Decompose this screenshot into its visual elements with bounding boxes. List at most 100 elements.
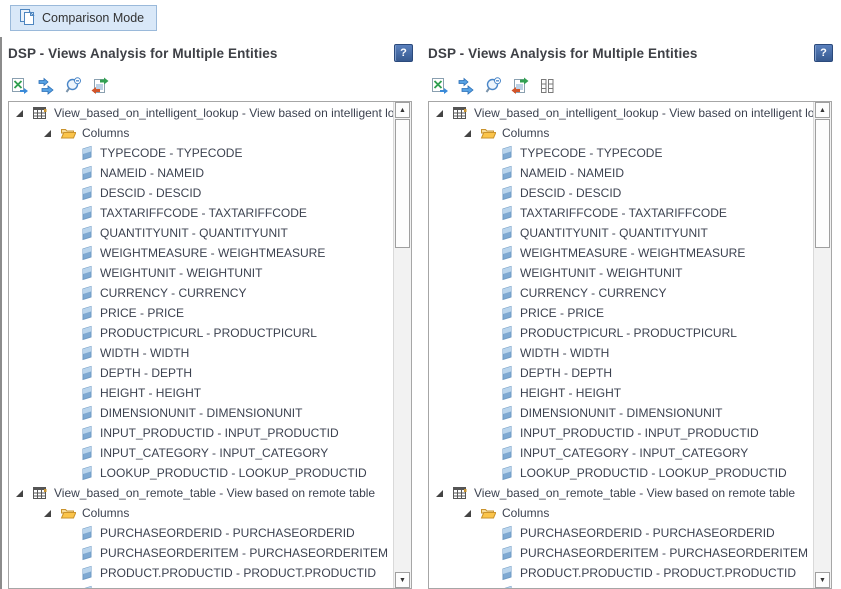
expanded-triangle-icon[interactable]: [436, 110, 443, 117]
comparison-mode-button[interactable]: Comparison Mode: [10, 5, 157, 31]
import-export-button[interactable]: [510, 78, 530, 97]
scroll-down-button[interactable]: ▼: [815, 572, 830, 588]
tree-node-column[interactable]: PRODUCTPICURL - PRODUCTPICURL: [9, 323, 393, 343]
tree-node-column[interactable]: DIMENSIONUNIT - DIMENSIONUNIT: [9, 403, 393, 423]
vertical-scrollbar[interactable]: ▲ ▼: [393, 102, 411, 588]
tree-node-view[interactable]: View_based_on_remote_table - View based …: [429, 483, 813, 503]
tree-node-label: DEPTH - DEPTH: [100, 366, 192, 380]
tree-node-column[interactable]: WEIGHTUNIT - WEIGHTUNIT: [9, 263, 393, 283]
tree-node-label: DIMENSIONUNIT - DIMENSIONUNIT: [100, 406, 302, 420]
expanded-triangle-icon[interactable]: [44, 510, 51, 517]
scroll-down-button[interactable]: ▼: [395, 572, 410, 588]
tree-node-column[interactable]: TAXTARIFFCODE - TAXTARIFFCODE: [9, 203, 393, 223]
tree-node-column[interactable]: WEIGHTMEASURE - WEIGHTMEASURE: [429, 243, 813, 263]
tree-node-column[interactable]: PURCHASEORDERITEM - PURCHASEORDERITEM: [429, 543, 813, 563]
tree-node-folder[interactable]: Columns: [429, 123, 813, 143]
tree-node-label: DIMENSIONUNIT - DIMENSIONUNIT: [520, 406, 722, 420]
expanded-triangle-icon[interactable]: [16, 490, 23, 497]
tree-node-column[interactable]: WEIGHTUNIT - WEIGHTUNIT: [429, 263, 813, 283]
tree-node-column[interactable]: DIMENSIONUNIT - DIMENSIONUNIT: [429, 403, 813, 423]
tree-node-column[interactable]: TYPECODE - TYPECODE: [9, 143, 393, 163]
tree-node-label: DEPTH - DEPTH: [520, 366, 612, 380]
pair-columns-button[interactable]: [537, 78, 557, 97]
view-icon: [452, 105, 468, 121]
tree-node-column[interactable]: PURCHASEORDERID - PURCHASEORDERID: [429, 523, 813, 543]
expand-all-button[interactable]: [456, 78, 476, 97]
tree-node-column[interactable]: CURRENCY - CURRENCY: [9, 283, 393, 303]
tree-node-column[interactable]: PURCHASEORDERITEM - PURCHASEORDERITEM: [9, 543, 393, 563]
tree-node-column[interactable]: NAMEID - NAMEID: [429, 163, 813, 183]
tree-node-folder[interactable]: Columns: [9, 503, 393, 523]
tree-node-view[interactable]: View_based_on_intelligent_lookup - View …: [9, 103, 393, 123]
tree-node-column[interactable]: CURRENCY - CURRENCY: [429, 283, 813, 303]
tree-node-view[interactable]: View_based_on_intelligent_lookup - View …: [429, 103, 813, 123]
tree-node-column[interactable]: TYPECODE - TYPECODE: [429, 143, 813, 163]
export-to-excel-button[interactable]: [429, 78, 449, 97]
help-button[interactable]: ?: [814, 44, 833, 62]
tree-node-column[interactable]: TAXTARIFFCODE - TAXTARIFFCODE: [429, 203, 813, 223]
tree-node-label: HEIGHT - HEIGHT: [520, 386, 621, 400]
tree-node-column[interactable]: LOOKUP_PRODUCTID - LOOKUP_PRODUCTID: [429, 463, 813, 483]
scrollbar-thumb[interactable]: [815, 119, 830, 248]
scrollbar-thumb[interactable]: [395, 119, 410, 248]
tree-node-column[interactable]: DESCID - DESCID: [9, 183, 393, 203]
expand-all-icon: [37, 77, 55, 98]
tree-node-column[interactable]: PURCHASEORDERID - PURCHASEORDERID: [9, 523, 393, 543]
export-to-excel-icon: [430, 77, 449, 98]
scroll-up-button[interactable]: ▲: [815, 102, 830, 118]
vertical-scrollbar[interactable]: ▲ ▼: [813, 102, 831, 588]
expanded-triangle-icon[interactable]: [16, 110, 23, 117]
column-icon: [80, 205, 94, 221]
column-icon: [500, 445, 514, 461]
view-icon: [32, 105, 48, 121]
tree-node-folder[interactable]: Columns: [9, 123, 393, 143]
column-icon: [500, 185, 514, 201]
tree-node-label: INPUT_PRODUCTID - INPUT_PRODUCTID: [520, 426, 759, 440]
tree-node-column[interactable]: PRICE - PRICE: [429, 303, 813, 323]
import-export-button[interactable]: [90, 78, 110, 97]
tree-node-label: PRODUCT.PRODUCTID - PRODUCT.PRODUCTID: [100, 566, 376, 580]
tree-node-column[interactable]: HEIGHT - HEIGHT: [429, 383, 813, 403]
tree-node-column[interactable]: DEPTH - DEPTH: [429, 363, 813, 383]
column-icon: [500, 345, 514, 361]
tree-node-column[interactable]: DEPTH - DEPTH: [9, 363, 393, 383]
expand-all-icon: [457, 77, 475, 98]
tree-node-column[interactable]: HEIGHT - HEIGHT: [9, 383, 393, 403]
expand-all-button[interactable]: [36, 78, 56, 97]
tree-node-column[interactable]: PRICE - PRICE: [9, 303, 393, 323]
tree-node-column[interactable]: PRODUCTPICURL - PRODUCTPICURL: [429, 323, 813, 343]
scroll-up-button[interactable]: ▲: [395, 102, 410, 118]
import-export-icon: [511, 77, 529, 98]
expanded-triangle-icon[interactable]: [436, 490, 443, 497]
tree-node-column[interactable]: DESCID - DESCID: [429, 183, 813, 203]
tree-node-column[interactable]: INPUT_PRODUCTID - INPUT_PRODUCTID: [429, 423, 813, 443]
tree-node-column[interactable]: NAMEID - NAMEID: [9, 163, 393, 183]
folder-icon: [60, 125, 76, 141]
tree-node-column[interactable]: WIDTH - WIDTH: [9, 343, 393, 363]
expanded-triangle-icon[interactable]: [44, 130, 51, 137]
search-button[interactable]: [63, 78, 83, 97]
export-to-excel-button[interactable]: [9, 78, 29, 97]
tree-node-column[interactable]: WIDTH - WIDTH: [429, 343, 813, 363]
expanded-triangle-icon[interactable]: [464, 130, 471, 137]
tree-node-column[interactable]: INPUT_CATEGORY - INPUT_CATEGORY: [9, 443, 393, 463]
help-label: ?: [400, 47, 407, 59]
tree-node-column[interactable]: LOOKUP_PRODUCTID - LOOKUP_PRODUCTID: [9, 463, 393, 483]
tree-node-column[interactable]: QUANTITYUNIT - QUANTITYUNIT: [429, 223, 813, 243]
tree-node-column[interactable]: QUANTITYUNIT - QUANTITYUNIT: [9, 223, 393, 243]
tree-node-column[interactable]: PRODUCT.PRODUCTID - PRODUCT.PRODUCTID: [429, 563, 813, 583]
tree-node-folder[interactable]: Columns: [429, 503, 813, 523]
help-button[interactable]: ?: [394, 44, 413, 62]
tree-node-column[interactable]: INPUT_CATEGORY - INPUT_CATEGORY: [429, 443, 813, 463]
pane-splitter: [0, 37, 2, 589]
column-icon: [500, 525, 514, 541]
tree-node-column[interactable]: INPUT_PRODUCTID - INPUT_PRODUCTID: [9, 423, 393, 443]
expanded-triangle-icon[interactable]: [464, 510, 471, 517]
tree-node-label: View_based_on_remote_table - View based …: [474, 486, 795, 500]
tree-node-view[interactable]: View_based_on_remote_table - View based …: [9, 483, 393, 503]
tree-node-column[interactable]: WEIGHTMEASURE - WEIGHTMEASURE: [9, 243, 393, 263]
tree-node-column-clipped[interactable]: [9, 583, 393, 588]
search-button[interactable]: [483, 78, 503, 97]
tree-node-column[interactable]: PRODUCT.PRODUCTID - PRODUCT.PRODUCTID: [9, 563, 393, 583]
tree-node-column-clipped[interactable]: [429, 583, 813, 588]
